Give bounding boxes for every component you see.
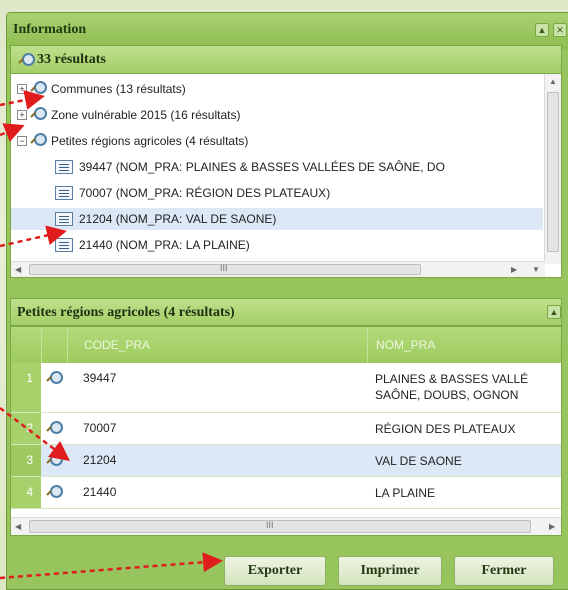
results-header: 33 résultats [10, 45, 562, 73]
zoom-to-icon[interactable] [47, 485, 63, 499]
tree-leaf-70007[interactable]: 70007 (NOM_PRA: RÉGION DES PLATEAUX) [11, 182, 543, 204]
grid-horizontal-scrollbar[interactable]: ◀ III ▶ [11, 517, 561, 535]
tree-leaf-label: 70007 (NOM_PRA: RÉGION DES PLATEAUX) [79, 186, 331, 200]
rownum-header [11, 327, 41, 363]
search-icon [31, 81, 47, 95]
expand-icon[interactable]: + [17, 84, 27, 94]
collapse-icon[interactable]: − [17, 136, 27, 146]
tree-node-communes[interactable]: + Communes (13 résultats) [11, 78, 543, 100]
search-icon [31, 107, 47, 121]
cell-code-pra: 21204 [83, 453, 117, 467]
zoom-to-icon[interactable] [47, 453, 63, 467]
row-number: 3 [11, 445, 41, 477]
record-icon [55, 186, 73, 200]
scroll-right-icon[interactable]: ▶ [549, 522, 555, 531]
tree-leaf-39447[interactable]: 39447 (NOM_PRA: PLAINES & BASSES VALLÉES… [11, 156, 543, 178]
tree-leaf-21440[interactable]: 21440 (NOM_PRA: LA PLAINE) [11, 234, 543, 256]
search-icon [19, 53, 35, 67]
cell-code-pra: 39447 [83, 371, 117, 385]
row-number: 1 [11, 363, 41, 413]
close-icon[interactable]: ✕ [553, 23, 567, 37]
table-row-selected[interactable]: 3 21204 VAL DE SAONE [11, 445, 561, 477]
collapse-icon[interactable]: ▲ [535, 23, 549, 37]
tree-leaf-21204[interactable]: 21204 (NOM_PRA: VAL DE SAONE) [11, 208, 543, 230]
panel-titlebar[interactable]: Information ▲ ✕ [7, 13, 568, 49]
cell-nom-pra-line1: PLAINES & BASSES VALLÉ [375, 372, 529, 386]
thumb-grip: III [220, 263, 228, 273]
cell-nom-pra-line2: SAÔNE, DOUBS, OGNON [375, 388, 519, 402]
close-button[interactable]: Fermer [454, 556, 554, 586]
grid-title: Petites régions agricoles (4 résultats) [17, 305, 235, 320]
tree-node-label: Zone vulnérable 2015 (16 résultats) [51, 108, 241, 122]
tree-horizontal-scrollbar[interactable]: ◀ III ▶ ▼ [11, 261, 545, 277]
tree-leaf-label: 21204 (NOM_PRA: VAL DE SAONE) [79, 212, 277, 226]
zoom-to-icon[interactable] [47, 371, 63, 385]
results-grid: CODE_PRA NOM_PRA 1 39447 PLAINES & BASSE… [10, 326, 562, 536]
column-header-code-pra[interactable]: CODE_PRA [67, 327, 367, 363]
grid-header: Petites régions agricoles (4 résultats) … [10, 298, 562, 326]
icon-header [41, 327, 67, 363]
tree-leaf-label: 39447 (NOM_PRA: PLAINES & BASSES VALLÉES… [79, 160, 445, 174]
print-button[interactable]: Imprimer [338, 556, 442, 586]
tree-node-zone-vulnerable[interactable]: + Zone vulnérable 2015 (16 résultats) [11, 104, 543, 126]
cell-nom-pra: VAL DE SAONE [375, 454, 462, 468]
scroll-thumb[interactable]: III [29, 520, 531, 533]
panel-title: Information [13, 22, 87, 37]
cell-nom-pra: LA PLAINE [375, 486, 436, 500]
table-row[interactable]: 2 70007 RÉGION DES PLATEAUX [11, 413, 561, 445]
expand-icon[interactable]: + [17, 110, 27, 120]
collapse-icon[interactable]: ▲ [547, 305, 561, 319]
table-row[interactable]: 4 21440 LA PLAINE [11, 477, 561, 509]
scroll-down-icon[interactable]: ▼ [532, 265, 540, 274]
export-button[interactable]: Exporter [224, 556, 326, 586]
tree-node-label: Communes (13 résultats) [51, 82, 186, 96]
cell-nom-pra: RÉGION DES PLATEAUX [375, 422, 516, 436]
scroll-left-icon[interactable]: ◀ [15, 522, 21, 531]
row-number: 2 [11, 413, 41, 445]
tree-leaf-label: 21440 (NOM_PRA: LA PLAINE) [79, 238, 250, 252]
scroll-right-icon[interactable]: ▶ [511, 265, 517, 274]
results-tree: + Communes (13 résultats) + Zone vulnéra… [10, 73, 562, 278]
search-icon [31, 133, 47, 147]
tree-node-label: Petites régions agricoles (4 résultats) [51, 134, 249, 148]
zoom-to-icon[interactable] [47, 421, 63, 435]
scroll-up-icon[interactable]: ▲ [549, 77, 557, 86]
table-row[interactable]: 1 39447 PLAINES & BASSES VALLÉ SAÔNE, DOU… [11, 363, 561, 413]
tree-node-petites-regions[interactable]: − Petites régions agricoles (4 résultats… [11, 130, 543, 152]
tree-vertical-scrollbar[interactable]: ▲ [544, 74, 561, 264]
thumb-grip: III [266, 520, 274, 530]
scroll-left-icon[interactable]: ◀ [15, 265, 21, 274]
results-count: 33 résultats [37, 52, 106, 67]
column-header-nom-pra[interactable]: NOM_PRA [367, 327, 561, 363]
cell-code-pra: 21440 [83, 485, 117, 499]
record-icon [55, 212, 73, 226]
cell-code-pra: 70007 [83, 421, 117, 435]
scroll-thumb[interactable]: III [29, 263, 421, 275]
row-number: 4 [11, 477, 41, 509]
record-icon [55, 238, 73, 252]
scroll-thumb[interactable] [547, 92, 559, 252]
record-icon [55, 160, 73, 174]
cell-nom-pra: PLAINES & BASSES VALLÉ SAÔNE, DOUBS, OGNO… [375, 371, 528, 403]
